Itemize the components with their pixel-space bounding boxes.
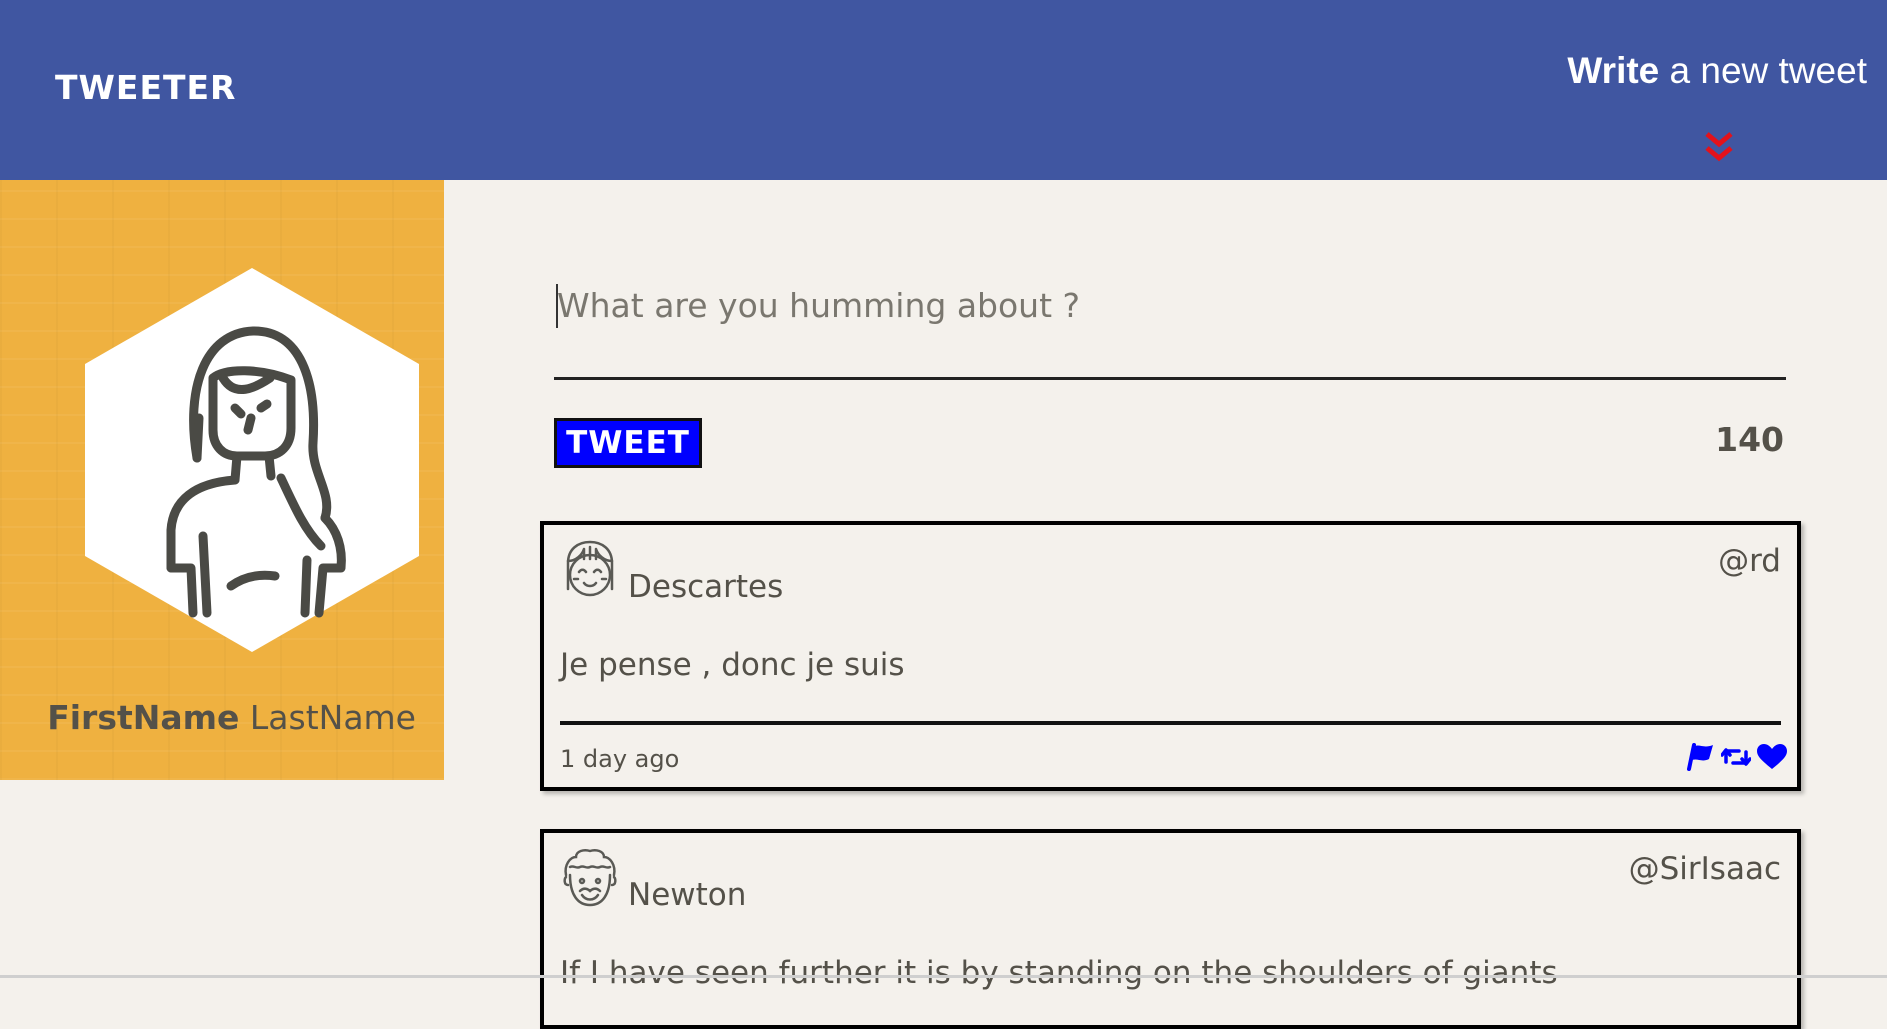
tweet-card: Newton @SirIsaac If I have seen further … [540, 829, 1801, 1029]
profile-fullname: FirstName LastName [0, 698, 416, 737]
tweet-divider [560, 721, 1781, 725]
top-navbar: TWEETER Write a new tweet [0, 0, 1887, 180]
write-label-rest: a new tweet [1659, 50, 1867, 91]
tweet-text: If I have seen further it is by standing… [560, 955, 1558, 991]
girl-avatar-icon [85, 268, 419, 652]
tweet-timestamp: 1 day ago [560, 745, 680, 773]
tweet-submit-button[interactable]: TWEET [554, 418, 702, 468]
tweet-actions [1685, 743, 1787, 775]
text-cursor [556, 284, 558, 328]
tweet-text: Je pense , donc je suis [560, 647, 905, 683]
write-label-bold: Write [1567, 50, 1660, 91]
write-new-tweet-link[interactable]: Write a new tweet [1567, 50, 1867, 92]
last-name: LastName [249, 698, 416, 737]
retweet-icon[interactable] [1720, 744, 1752, 774]
curly-hair-face-icon [563, 849, 617, 907]
tweet-author: Newton [628, 877, 747, 913]
brand-logo[interactable]: TWEETER [55, 68, 236, 107]
tweet-composer [554, 270, 1786, 380]
smiling-face-icon [566, 540, 614, 597]
heart-icon[interactable] [1757, 744, 1787, 774]
double-chevron-down-icon[interactable] [1703, 130, 1735, 164]
character-counter: 140 [1715, 420, 1784, 459]
profile-panel: FirstName LastName [0, 180, 444, 780]
tweet-author: Descartes [628, 569, 784, 605]
first-name: FirstName [47, 698, 240, 737]
tweet-textarea[interactable] [554, 270, 1786, 380]
tweet-handle[interactable]: @rd [1718, 543, 1781, 579]
tweet-handle[interactable]: @SirIsaac [1629, 851, 1781, 887]
flag-icon[interactable] [1685, 743, 1715, 775]
tweet-card: Descartes @rd Je pense , donc je suis 1 … [540, 521, 1801, 791]
